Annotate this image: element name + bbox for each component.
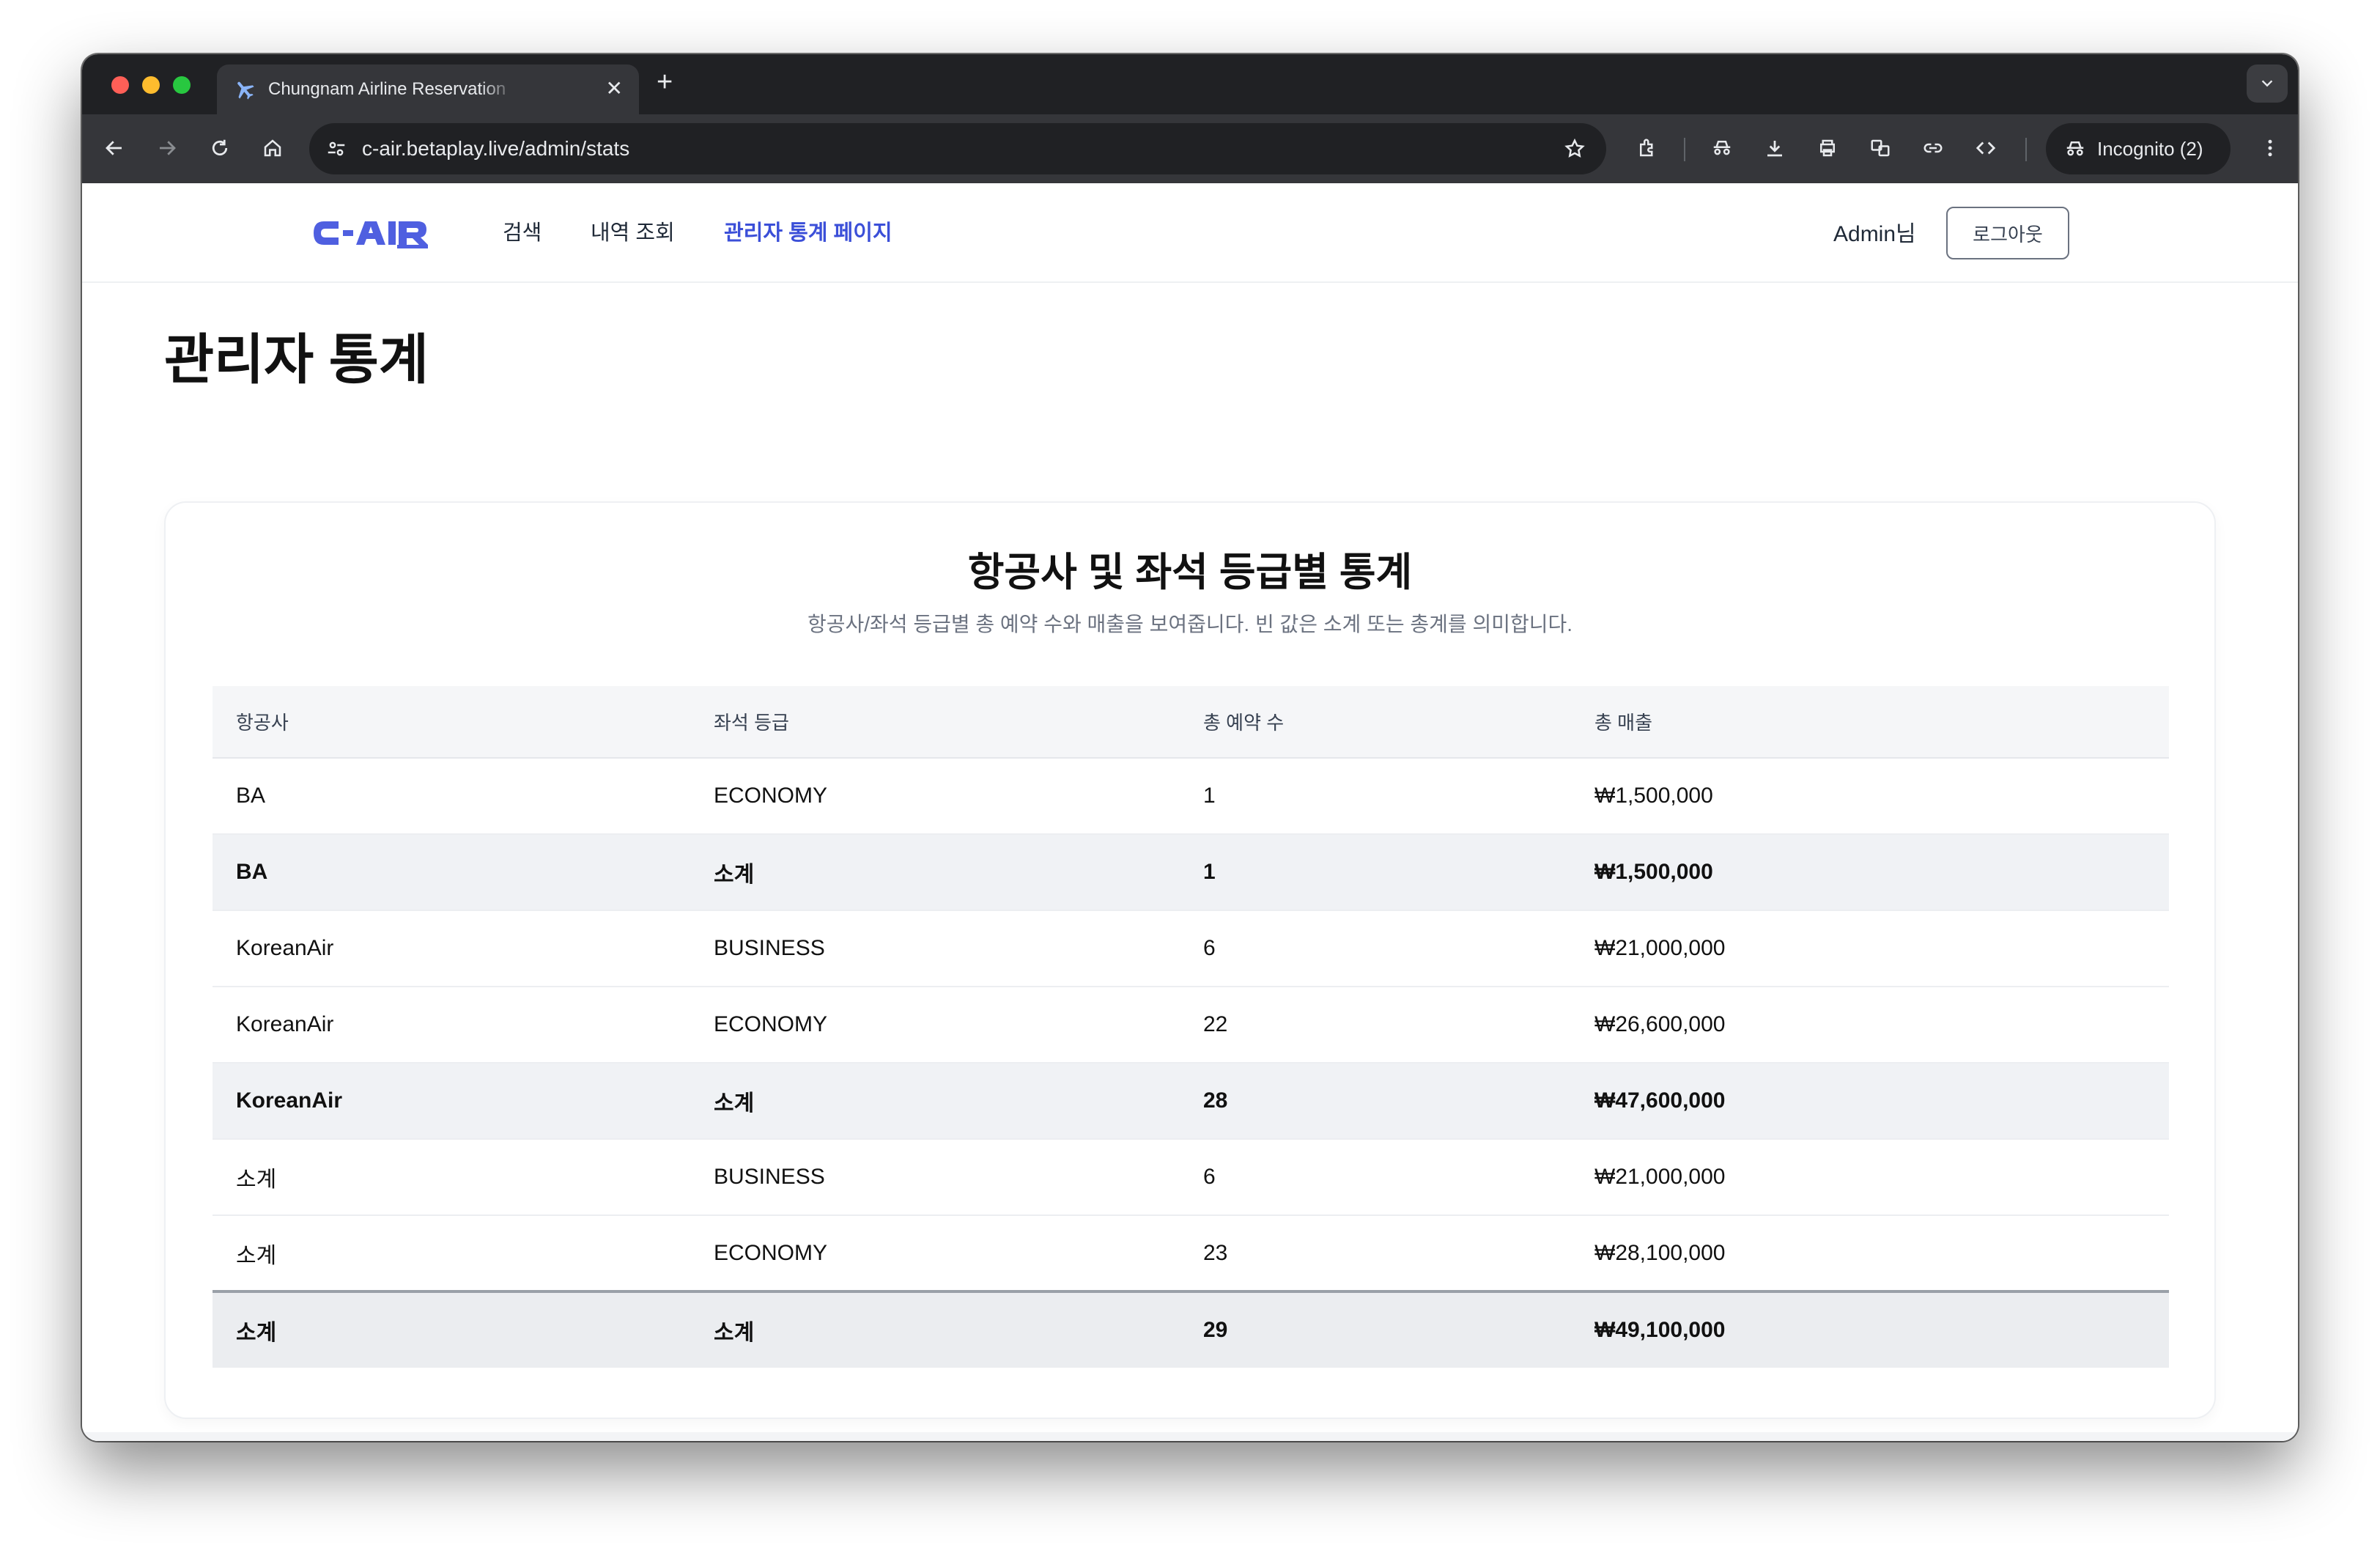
cell-airline: 소계	[212, 1290, 690, 1368]
cell-booking-count: 1	[1180, 758, 1571, 835]
code-icon[interactable]	[1971, 133, 2000, 163]
browser-toolbar: c-air.betaplay.live/admin/stats Incognit…	[82, 114, 2298, 183]
table-header-row: 항공사 좌석 등급 총 예약 수 총 매출	[212, 686, 2169, 759]
web-page: 검색 내역 조회 관리자 통계 페이지 Admin님 로그아웃 관리자 통계 항…	[82, 183, 2298, 1441]
back-icon[interactable]	[100, 133, 129, 163]
column-header-revenue: 총 매출	[1571, 686, 2169, 759]
cell-airline: BA	[212, 834, 690, 911]
table-row: KoreanAir ECONOMY 22 ₩26,600,000	[212, 987, 2169, 1064]
cell-airline: KoreanAir	[212, 1063, 690, 1140]
stats-table: 항공사 좌석 등급 총 예약 수 총 매출 BA ECONOMY 1 ₩1,50…	[212, 686, 2169, 1368]
table-row: 소계 BUSINESS 6 ₩21,000,000	[212, 1139, 2169, 1216]
column-header-airline: 항공사	[212, 686, 690, 759]
cell-seat-class: ECONOMY	[690, 987, 1180, 1064]
new-tab-icon[interactable]: +	[657, 67, 673, 97]
cell-seat-class: BUSINESS	[690, 1139, 1180, 1216]
c-air-logo[interactable]	[311, 215, 431, 251]
site-settings-icon[interactable]	[322, 135, 350, 163]
site-header: 검색 내역 조회 관리자 통계 페이지 Admin님 로그아웃	[82, 183, 2298, 283]
browser-tab[interactable]: Chungnam Airline Reservation ✕	[217, 64, 639, 114]
cell-booking-count: 6	[1180, 1139, 1571, 1216]
more-menu-icon[interactable]	[2255, 133, 2285, 163]
close-window-button[interactable]	[111, 76, 129, 94]
airplane-icon	[232, 76, 258, 103]
download-icon[interactable]	[1760, 133, 1789, 163]
incognito-icon	[2062, 136, 2088, 162]
cell-airline: BA	[212, 758, 690, 835]
url-text: c-air.betaplay.live/admin/stats	[362, 137, 630, 160]
subtotal-row: BA 소계 1 ₩1,500,000	[212, 834, 2169, 911]
cell-airline: 소계	[212, 1215, 690, 1292]
cell-seat-class: 소계	[690, 1063, 1180, 1140]
cell-revenue: ₩26,600,000	[1571, 987, 2169, 1064]
cell-seat-class: ECONOMY	[690, 758, 1180, 835]
cell-booking-count: 28	[1180, 1063, 1571, 1140]
reload-icon[interactable]	[205, 133, 234, 163]
cell-booking-count: 6	[1180, 910, 1571, 987]
home-icon[interactable]	[258, 133, 287, 163]
cell-airline: 소계	[212, 1139, 690, 1216]
cell-seat-class: ECONOMY	[690, 1215, 1180, 1292]
maximize-window-button[interactable]	[173, 76, 191, 94]
tab-close-icon[interactable]: ✕	[606, 78, 623, 100]
cell-seat-class: BUSINESS	[690, 910, 1180, 987]
toolbar-divider	[1684, 138, 1685, 161]
forward-icon[interactable]	[152, 133, 182, 163]
print-icon[interactable]	[1813, 133, 1842, 163]
nav-search[interactable]: 검색	[503, 218, 542, 248]
table-row: 소계 ECONOMY 23 ₩28,100,000	[212, 1215, 2169, 1292]
cell-revenue: ₩1,500,000	[1571, 834, 2169, 911]
translate-icon[interactable]	[1866, 133, 1895, 163]
page-bottom-edge	[82, 1432, 2298, 1441]
column-header-booking-count: 총 예약 수	[1180, 686, 1571, 759]
browser-window: Chungnam Airline Reservation ✕ + c-air.b…	[82, 54, 2298, 1441]
address-bar[interactable]: c-air.betaplay.live/admin/stats	[309, 123, 1606, 174]
cell-revenue: ₩21,000,000	[1571, 910, 2169, 987]
minimize-window-button[interactable]	[142, 76, 160, 94]
cell-airline: KoreanAir	[212, 910, 690, 987]
bookmark-star-icon[interactable]	[1561, 135, 1589, 163]
incognito-badge[interactable]: Incognito (2)	[2046, 123, 2231, 174]
logout-button[interactable]: 로그아웃	[1946, 207, 2069, 259]
cell-seat-class: 소계	[690, 834, 1180, 911]
incognito-label: Incognito (2)	[2097, 137, 2203, 160]
nav-admin-stats[interactable]: 관리자 통계 페이지	[724, 218, 892, 248]
table-row: KoreanAir BUSINESS 6 ₩21,000,000	[212, 910, 2169, 987]
extensions-icon[interactable]	[1633, 133, 1662, 163]
table-row: BA ECONOMY 1 ₩1,500,000	[212, 758, 2169, 835]
incognito-small-icon[interactable]	[1707, 133, 1737, 163]
card-title: 항공사 및 좌석 등급별 통계	[967, 550, 1413, 594]
cell-booking-count: 23	[1180, 1215, 1571, 1292]
cell-revenue: ₩28,100,000	[1571, 1215, 2169, 1292]
cell-revenue: ₩47,600,000	[1571, 1063, 2169, 1140]
card-subtitle: 항공사/좌석 등급별 총 예약 수와 매출을 보여줍니다. 빈 값은 소계 또는…	[807, 613, 1573, 635]
chevron-down-icon	[2261, 80, 2273, 87]
cell-booking-count: 29	[1180, 1290, 1571, 1368]
cell-seat-class: 소계	[690, 1290, 1180, 1368]
cell-revenue: ₩49,100,000	[1571, 1290, 2169, 1368]
column-header-seat-class: 좌석 등급	[690, 686, 1180, 759]
cell-revenue: ₩1,500,000	[1571, 758, 2169, 835]
cell-booking-count: 1	[1180, 834, 1571, 911]
tab-bar: Chungnam Airline Reservation ✕ +	[82, 54, 2298, 114]
cell-airline: KoreanAir	[212, 987, 690, 1064]
cell-revenue: ₩21,000,000	[1571, 1139, 2169, 1216]
tab-search-button[interactable]	[2247, 64, 2288, 103]
page-title: 관리자 통계	[164, 329, 429, 390]
toolbar-divider	[2025, 138, 2027, 161]
user-greeting: Admin님	[1833, 222, 1916, 246]
tab-title: Chungnam Airline Reservation	[268, 79, 506, 99]
cell-booking-count: 22	[1180, 987, 1571, 1064]
link-icon[interactable]	[1918, 133, 1948, 163]
grand-total-row: 소계 소계 29 ₩49,100,000	[212, 1290, 2169, 1368]
nav-history[interactable]: 내역 조회	[591, 218, 675, 248]
subtotal-row: KoreanAir 소계 28 ₩47,600,000	[212, 1063, 2169, 1140]
stats-card: 항공사 및 좌석 등급별 통계 항공사/좌석 등급별 총 예약 수와 매출을 보…	[164, 501, 2216, 1419]
